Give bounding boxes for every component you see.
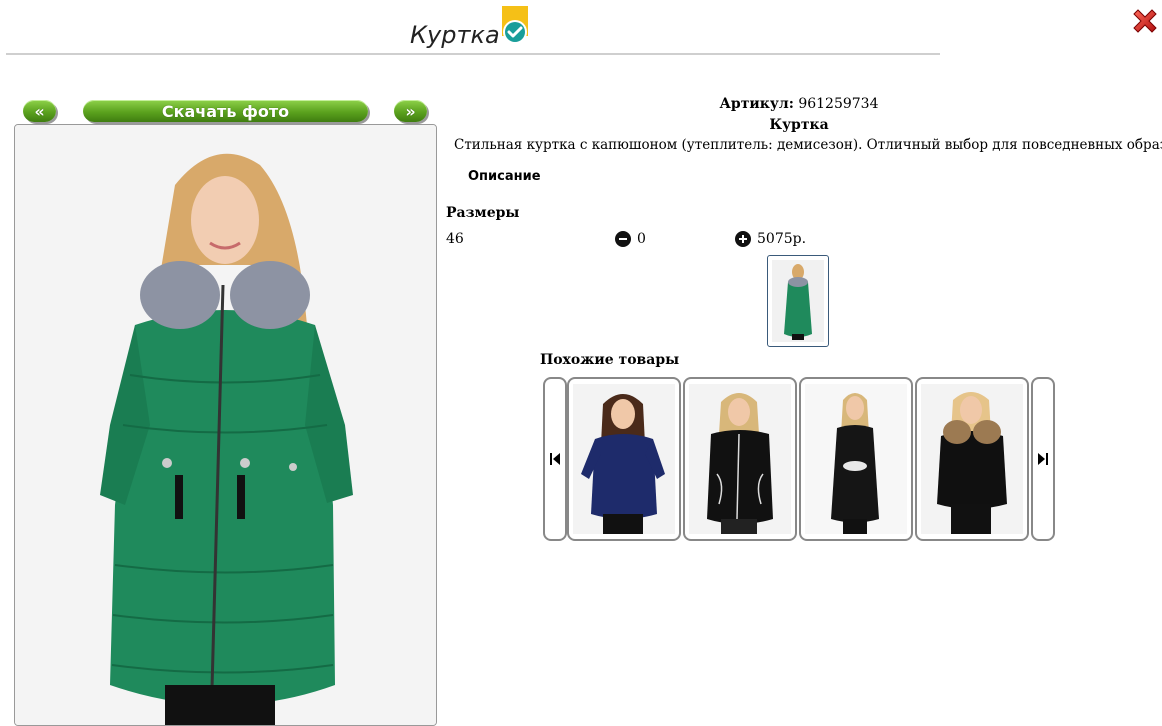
main-product-photo[interactable] — [14, 124, 437, 726]
size-value: 46 — [446, 231, 464, 247]
product-description: Стильная куртка с капюшоном (утеплитель:… — [454, 137, 1162, 153]
sizes-heading: Размеры — [446, 205, 520, 221]
header-divider — [6, 53, 940, 55]
black-jacket-photo — [689, 384, 791, 534]
skip-back-icon — [550, 453, 560, 465]
article-value: 961259734 — [798, 96, 879, 112]
thumbnail-image — [772, 260, 824, 342]
description-tab[interactable]: Описание — [468, 169, 541, 184]
prev-photo-button[interactable]: « — [23, 100, 56, 122]
size-row: 46 0 5075р. — [446, 229, 1146, 249]
similar-item[interactable] — [683, 377, 797, 541]
next-photo-button[interactable]: » — [394, 100, 427, 122]
article-label: Артикул: — [719, 96, 794, 112]
similar-item[interactable] — [915, 377, 1029, 541]
page-title-block: Куртка — [410, 6, 528, 50]
price-value: 5075р. — [757, 231, 807, 247]
product-thumbnail[interactable] — [767, 255, 829, 347]
carousel-next-button[interactable] — [1031, 377, 1055, 541]
minus-icon[interactable] — [615, 231, 631, 247]
navy-jacket-photo — [573, 384, 675, 534]
quantity-value: 0 — [637, 231, 646, 247]
black-fur-jacket-photo — [921, 384, 1023, 534]
skip-forward-icon — [1038, 453, 1048, 465]
similar-item[interactable] — [799, 377, 913, 541]
checkmark-badge-icon — [502, 6, 528, 44]
download-photo-button[interactable]: Скачать фото — [83, 100, 368, 122]
similar-item[interactable] — [567, 377, 681, 541]
black-long-coat-photo — [805, 384, 907, 534]
carousel-prev-button[interactable] — [543, 377, 567, 541]
plus-icon[interactable] — [735, 231, 751, 247]
similar-heading: Похожие товары — [540, 352, 680, 368]
article-line: Артикул: 961259734 — [440, 96, 1158, 112]
product-name: Куртка — [769, 117, 829, 133]
page-title: Куртка — [410, 21, 500, 49]
close-icon[interactable] — [1129, 5, 1161, 37]
product-photo-image — [15, 125, 436, 725]
